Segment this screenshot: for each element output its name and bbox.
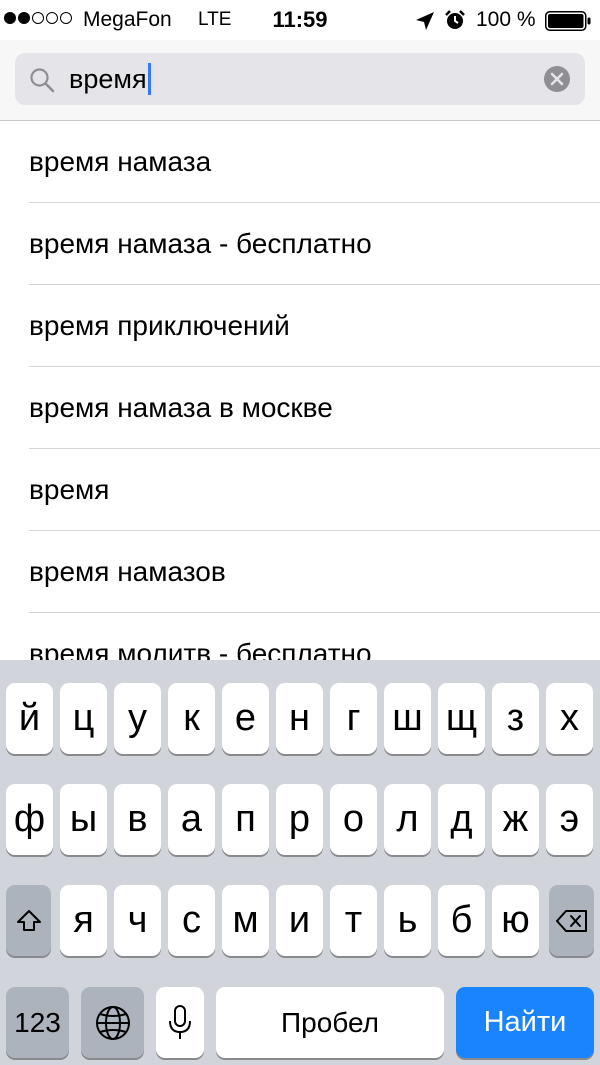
key-letter[interactable]: э — [546, 784, 593, 855]
key-letter[interactable]: я — [60, 885, 107, 956]
status-bar: MegaFon LTE 11:59 100 % — [0, 0, 600, 40]
key-letter[interactable]: т — [330, 885, 377, 956]
key-letter[interactable]: г — [330, 683, 377, 754]
suggestion-item[interactable]: время намаза — [0, 121, 600, 203]
key-letter[interactable]: ш — [384, 683, 431, 754]
search-bar: время — [0, 40, 600, 121]
key-letter[interactable]: ф — [6, 784, 53, 855]
key-letter[interactable]: щ — [438, 683, 485, 754]
globe-key[interactable] — [81, 987, 144, 1058]
key-letter[interactable]: р — [276, 784, 323, 855]
key-letter[interactable]: и — [276, 885, 323, 956]
key-letter[interactable]: с — [168, 885, 215, 956]
alarm-clock-icon — [445, 10, 465, 29]
search-query: время — [69, 63, 151, 95]
key-letter[interactable]: м — [222, 885, 269, 956]
search-query-text: время — [69, 64, 147, 94]
key-letter[interactable]: ч — [114, 885, 161, 956]
search-go-button[interactable]: Найти — [456, 987, 594, 1058]
search-icon — [30, 68, 55, 93]
suggestion-item[interactable]: время намаза - бесплатно — [0, 203, 600, 285]
key-letter[interactable]: х — [546, 683, 593, 754]
numbers-key[interactable]: 123 — [6, 987, 69, 1058]
key-letter[interactable]: з — [492, 683, 539, 754]
dictation-key[interactable] — [156, 987, 204, 1058]
clear-icon[interactable] — [543, 65, 571, 93]
microphone-icon — [169, 1004, 191, 1039]
key-letter[interactable]: п — [222, 784, 269, 855]
suggestion-item[interactable]: время намазов — [0, 531, 600, 613]
location-arrow-icon — [416, 12, 434, 30]
key-letter[interactable]: б — [438, 885, 485, 956]
key-letter[interactable]: о — [330, 784, 377, 855]
suggestion-item[interactable]: время — [0, 449, 600, 531]
key-letter[interactable]: н — [276, 683, 323, 754]
key-letter[interactable]: л — [384, 784, 431, 855]
suggestion-item[interactable]: время молитв - бесплатно — [0, 613, 600, 660]
backspace-icon — [555, 909, 587, 932]
suggestion-item[interactable]: время намаза в москве — [0, 367, 600, 449]
text-caret — [147, 63, 151, 95]
battery-icon — [545, 11, 591, 31]
key-letter[interactable]: ц — [60, 683, 107, 754]
keyboard: й ц у к е н г ш щ з х ф ы в а п р о л д … — [0, 660, 600, 1065]
shift-key[interactable] — [6, 885, 51, 956]
shift-icon — [16, 909, 41, 931]
globe-icon — [95, 1005, 130, 1040]
key-letter[interactable]: ю — [492, 885, 539, 956]
key-letter[interactable]: ы — [60, 784, 107, 855]
key-letter[interactable]: у — [114, 683, 161, 754]
key-letter[interactable]: е — [222, 683, 269, 754]
key-letter[interactable]: а — [168, 784, 215, 855]
suggestion-list: время намаза время намаза - бесплатно вр… — [0, 121, 600, 660]
key-letter[interactable]: ж — [492, 784, 539, 855]
key-letter[interactable]: ь — [384, 885, 431, 956]
space-key[interactable]: Пробел — [216, 987, 444, 1058]
key-letter[interactable]: в — [114, 784, 161, 855]
key-letter[interactable]: к — [168, 683, 215, 754]
search-input[interactable]: время — [15, 53, 585, 105]
key-letter[interactable]: д — [438, 784, 485, 855]
delete-key[interactable] — [549, 885, 594, 956]
battery-percentage: 100 % — [476, 8, 536, 31]
suggestion-item[interactable]: время приключений — [0, 285, 600, 367]
key-letter[interactable]: й — [6, 683, 53, 754]
